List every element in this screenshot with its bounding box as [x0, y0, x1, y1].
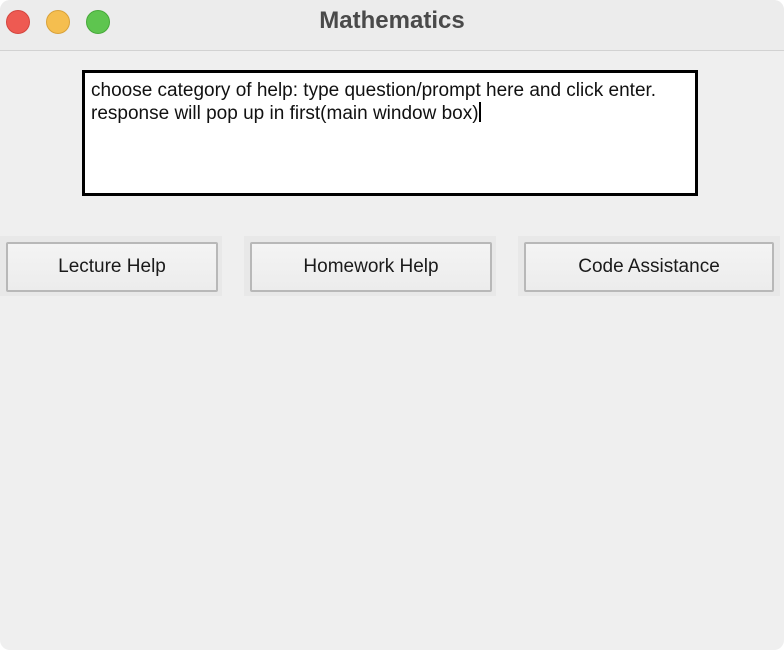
prompt-text: choose category of help: type question/p…	[91, 80, 662, 124]
lecture-help-button-container: Lecture Help	[0, 236, 222, 296]
app-window: Mathematics choose category of help: typ…	[0, 0, 784, 650]
code-assistance-button-container: Code Assistance	[518, 236, 780, 296]
code-assistance-button[interactable]: Code Assistance	[524, 242, 774, 292]
prompt-text-area[interactable]: choose category of help: type question/p…	[82, 70, 698, 196]
lecture-help-button[interactable]: Lecture Help	[6, 242, 218, 292]
homework-help-button[interactable]: Homework Help	[250, 242, 492, 292]
title-bar: Mathematics	[0, 0, 784, 51]
homework-help-button-container: Homework Help	[244, 236, 496, 296]
text-caret	[478, 102, 481, 122]
window-title: Mathematics	[319, 7, 465, 34]
